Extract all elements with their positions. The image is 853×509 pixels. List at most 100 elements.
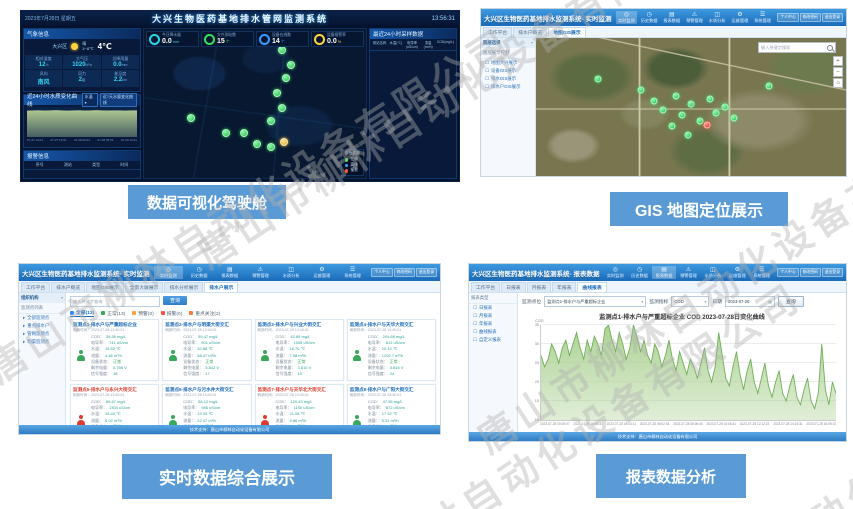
- report-type-item[interactable]: ☐月报表: [469, 312, 517, 320]
- report-type-item[interactable]: ☐日报表: [469, 304, 517, 312]
- nav-item-历史数据[interactable]: ◷历史数据: [638, 11, 660, 24]
- map-control-button[interactable]: +: [833, 56, 843, 66]
- layer-item[interactable]: ☐地图大兴展示: [481, 59, 535, 67]
- nav-item-预警管理[interactable]: ⚠预警管理: [677, 266, 700, 279]
- layer-item[interactable]: ☐排水GIS展示: [481, 75, 535, 83]
- monitor-card[interactable]: 监测点6-排水户与污水井大街交汇刷新时间：2023-07-28 13:40:01…: [162, 384, 251, 425]
- metric-select[interactable]: COD▾: [671, 296, 709, 307]
- nav-item-运维管理[interactable]: ⚙运维管理: [729, 11, 751, 24]
- layer-item[interactable]: ☐设备GIS展示: [481, 67, 535, 75]
- nav-item-历史数据[interactable]: ◷历史数据: [628, 266, 651, 279]
- report-type-item[interactable]: ☐年报表: [469, 320, 517, 328]
- gis-search-box[interactable]: 输入关键字搜索: [758, 42, 836, 53]
- realtime-search-button[interactable]: 查询: [163, 296, 187, 305]
- nav-item-系统管理[interactable]: ☰系统管理: [752, 11, 774, 24]
- tab-工作平台[interactable]: 工作平台: [21, 282, 50, 292]
- tab-工作平台[interactable]: 工作平台: [471, 282, 500, 292]
- point-select[interactable]: 监测点1-排水户与严重超标企业▾: [544, 296, 646, 307]
- gis-station-marker[interactable]: [706, 95, 713, 102]
- filter-chip[interactable]: 正常(13): [101, 310, 125, 317]
- filter-chip[interactable]: 全部(13): [70, 309, 94, 317]
- tab-月报表[interactable]: 月报表: [527, 282, 551, 292]
- tab-年报表[interactable]: 年报表: [552, 282, 576, 292]
- map-control-button[interactable]: −: [833, 67, 843, 77]
- realtime-search-input[interactable]: 输入关键字查询: [70, 296, 160, 307]
- report-type-item[interactable]: ☐曲线报表: [469, 328, 517, 336]
- nav-item-预警管理[interactable]: ⚠预警管理: [684, 11, 706, 24]
- station-marker[interactable]: [278, 104, 286, 112]
- nav-item-报表数据[interactable]: ▤报表数据: [215, 266, 245, 279]
- user-button-退出登录[interactable]: 退出登录: [822, 268, 843, 277]
- gis-layer-dropdown[interactable]: 图层选择▾: [481, 38, 535, 48]
- nav-item-水质分析[interactable]: ◫水质分析: [701, 266, 724, 279]
- station-marker[interactable]: [278, 46, 286, 54]
- nav-item-报表数据[interactable]: ▤报表数据: [652, 266, 675, 279]
- gis-station-marker[interactable]: [669, 123, 676, 130]
- tab-排水户概览[interactable]: 排水户概览: [51, 282, 85, 292]
- monitor-point-link[interactable]: ▸全部监测点: [19, 314, 65, 322]
- filter-chip[interactable]: 预警(0): [132, 310, 153, 317]
- gis-station-marker[interactable]: [703, 121, 710, 128]
- station-marker[interactable]: [187, 114, 195, 122]
- filter-chip[interactable]: 报警(0): [161, 310, 182, 317]
- tab-排水分析展示[interactable]: 排水分析展示: [164, 282, 203, 292]
- dashboard-map[interactable]: 今日降水量0.0 mm大兴测站数15 个设备在线数14 个设备报警率0.0 % …: [143, 28, 367, 179]
- monitor-card[interactable]: 监测点4-排水户与天华大街交汇刷新时间：2023-07-28 13:40:01C…: [347, 319, 436, 381]
- monitor-card[interactable]: 监测点8-排水户与广阳大街交汇刷新时间：2023-07-28 13:40:01C…: [347, 384, 436, 425]
- nav-item-水质分析[interactable]: ◫水质分析: [276, 266, 306, 279]
- monitor-card[interactable]: 监测点2-排水户与明渠大街交汇刷新时间：2023-07-28 13:40:01C…: [162, 319, 251, 381]
- tab-全景大屏展示[interactable]: 全景大屏展示: [125, 282, 164, 292]
- gis-station-marker[interactable]: [722, 104, 729, 111]
- report-query-button[interactable]: 查询: [778, 296, 804, 307]
- gis-station-marker[interactable]: [660, 106, 667, 113]
- nav-item-预警管理[interactable]: ⚠预警管理: [246, 266, 276, 279]
- gis-station-marker[interactable]: [688, 101, 695, 108]
- monitor-card[interactable]: 监测点3-排水户与兴业大街交汇刷新时间：2023-07-28 13:40:01C…: [255, 319, 344, 381]
- user-button-退出登录[interactable]: 退出登录: [416, 268, 437, 277]
- station-marker[interactable]: [273, 89, 281, 97]
- metric-select[interactable]: 水温 ▾: [82, 93, 98, 107]
- monitor-card[interactable]: 监测点5-排水户与永兴大街交汇刷新时间：2023-07-28 13:40:01C…: [70, 384, 159, 425]
- layer-item[interactable]: ☐排水户GIS展示: [481, 83, 535, 91]
- user-button-修改密码[interactable]: 修改密码: [394, 268, 415, 277]
- switch-curve-button[interactable]: 近7天水量变化曲线: [100, 93, 137, 107]
- nav-item-报表数据[interactable]: ▤报表数据: [661, 11, 683, 24]
- monitor-card[interactable]: 监测点1-排水户与严重超标企业刷新时间：2023-07-28 13:40:01C…: [70, 319, 159, 381]
- gis-station-marker[interactable]: [678, 112, 685, 119]
- station-marker[interactable]: [267, 117, 275, 125]
- station-marker[interactable]: [267, 143, 275, 151]
- user-button-修改密码[interactable]: 修改密码: [800, 13, 821, 22]
- gis-station-marker[interactable]: [712, 109, 719, 116]
- monitor-point-link[interactable]: ▸管网监测点: [19, 330, 65, 338]
- user-button-个人中心[interactable]: 个人中心: [371, 268, 392, 277]
- user-button-个人中心[interactable]: 个人中心: [777, 13, 798, 22]
- gis-station-marker[interactable]: [765, 83, 772, 90]
- station-marker[interactable]: [280, 138, 288, 146]
- nav-item-实时监测[interactable]: ◎实时监测: [603, 266, 626, 279]
- monitor-card[interactable]: 监测点7-排水户与天华北大街交汇刷新时间：2023-07-28 13:40:01…: [255, 384, 344, 425]
- monitor-point-link[interactable]: ▸明渠监测点: [19, 338, 65, 346]
- tab-排水户概览[interactable]: 排水户概览: [513, 27, 547, 37]
- tab-地图GIS展示[interactable]: 地图GIS展示: [86, 282, 123, 292]
- gis-station-marker[interactable]: [650, 98, 657, 105]
- station-marker[interactable]: [240, 129, 248, 137]
- report-type-item[interactable]: ☐自定义报表: [469, 336, 517, 344]
- gis-station-marker[interactable]: [595, 76, 602, 83]
- gis-map[interactable]: 输入关键字搜索 +−⌂: [536, 38, 846, 176]
- date-input[interactable]: 2023-07-28▦: [725, 296, 775, 307]
- user-button-修改密码[interactable]: 修改密码: [800, 268, 821, 277]
- map-control-button[interactable]: ⌂: [833, 78, 843, 88]
- tab-工作平台[interactable]: 工作平台: [483, 27, 512, 37]
- station-marker[interactable]: [253, 140, 261, 148]
- monitor-point-link[interactable]: ▸重点排水户: [19, 322, 65, 330]
- user-button-退出登录[interactable]: 退出登录: [822, 13, 843, 22]
- tab-曲线报表[interactable]: 曲线报表: [577, 282, 606, 292]
- nav-item-实时监测[interactable]: ◎实时监测: [616, 11, 638, 24]
- org-dropdown[interactable]: 组织机构▾: [19, 293, 65, 303]
- station-marker[interactable]: [287, 61, 295, 69]
- nav-item-实时监测[interactable]: ◎实时监测: [154, 266, 184, 279]
- nav-item-运维管理[interactable]: ⚙运维管理: [307, 266, 337, 279]
- gis-station-marker[interactable]: [731, 115, 738, 122]
- user-button-个人中心[interactable]: 个人中心: [777, 268, 798, 277]
- nav-item-运维管理[interactable]: ⚙运维管理: [726, 266, 749, 279]
